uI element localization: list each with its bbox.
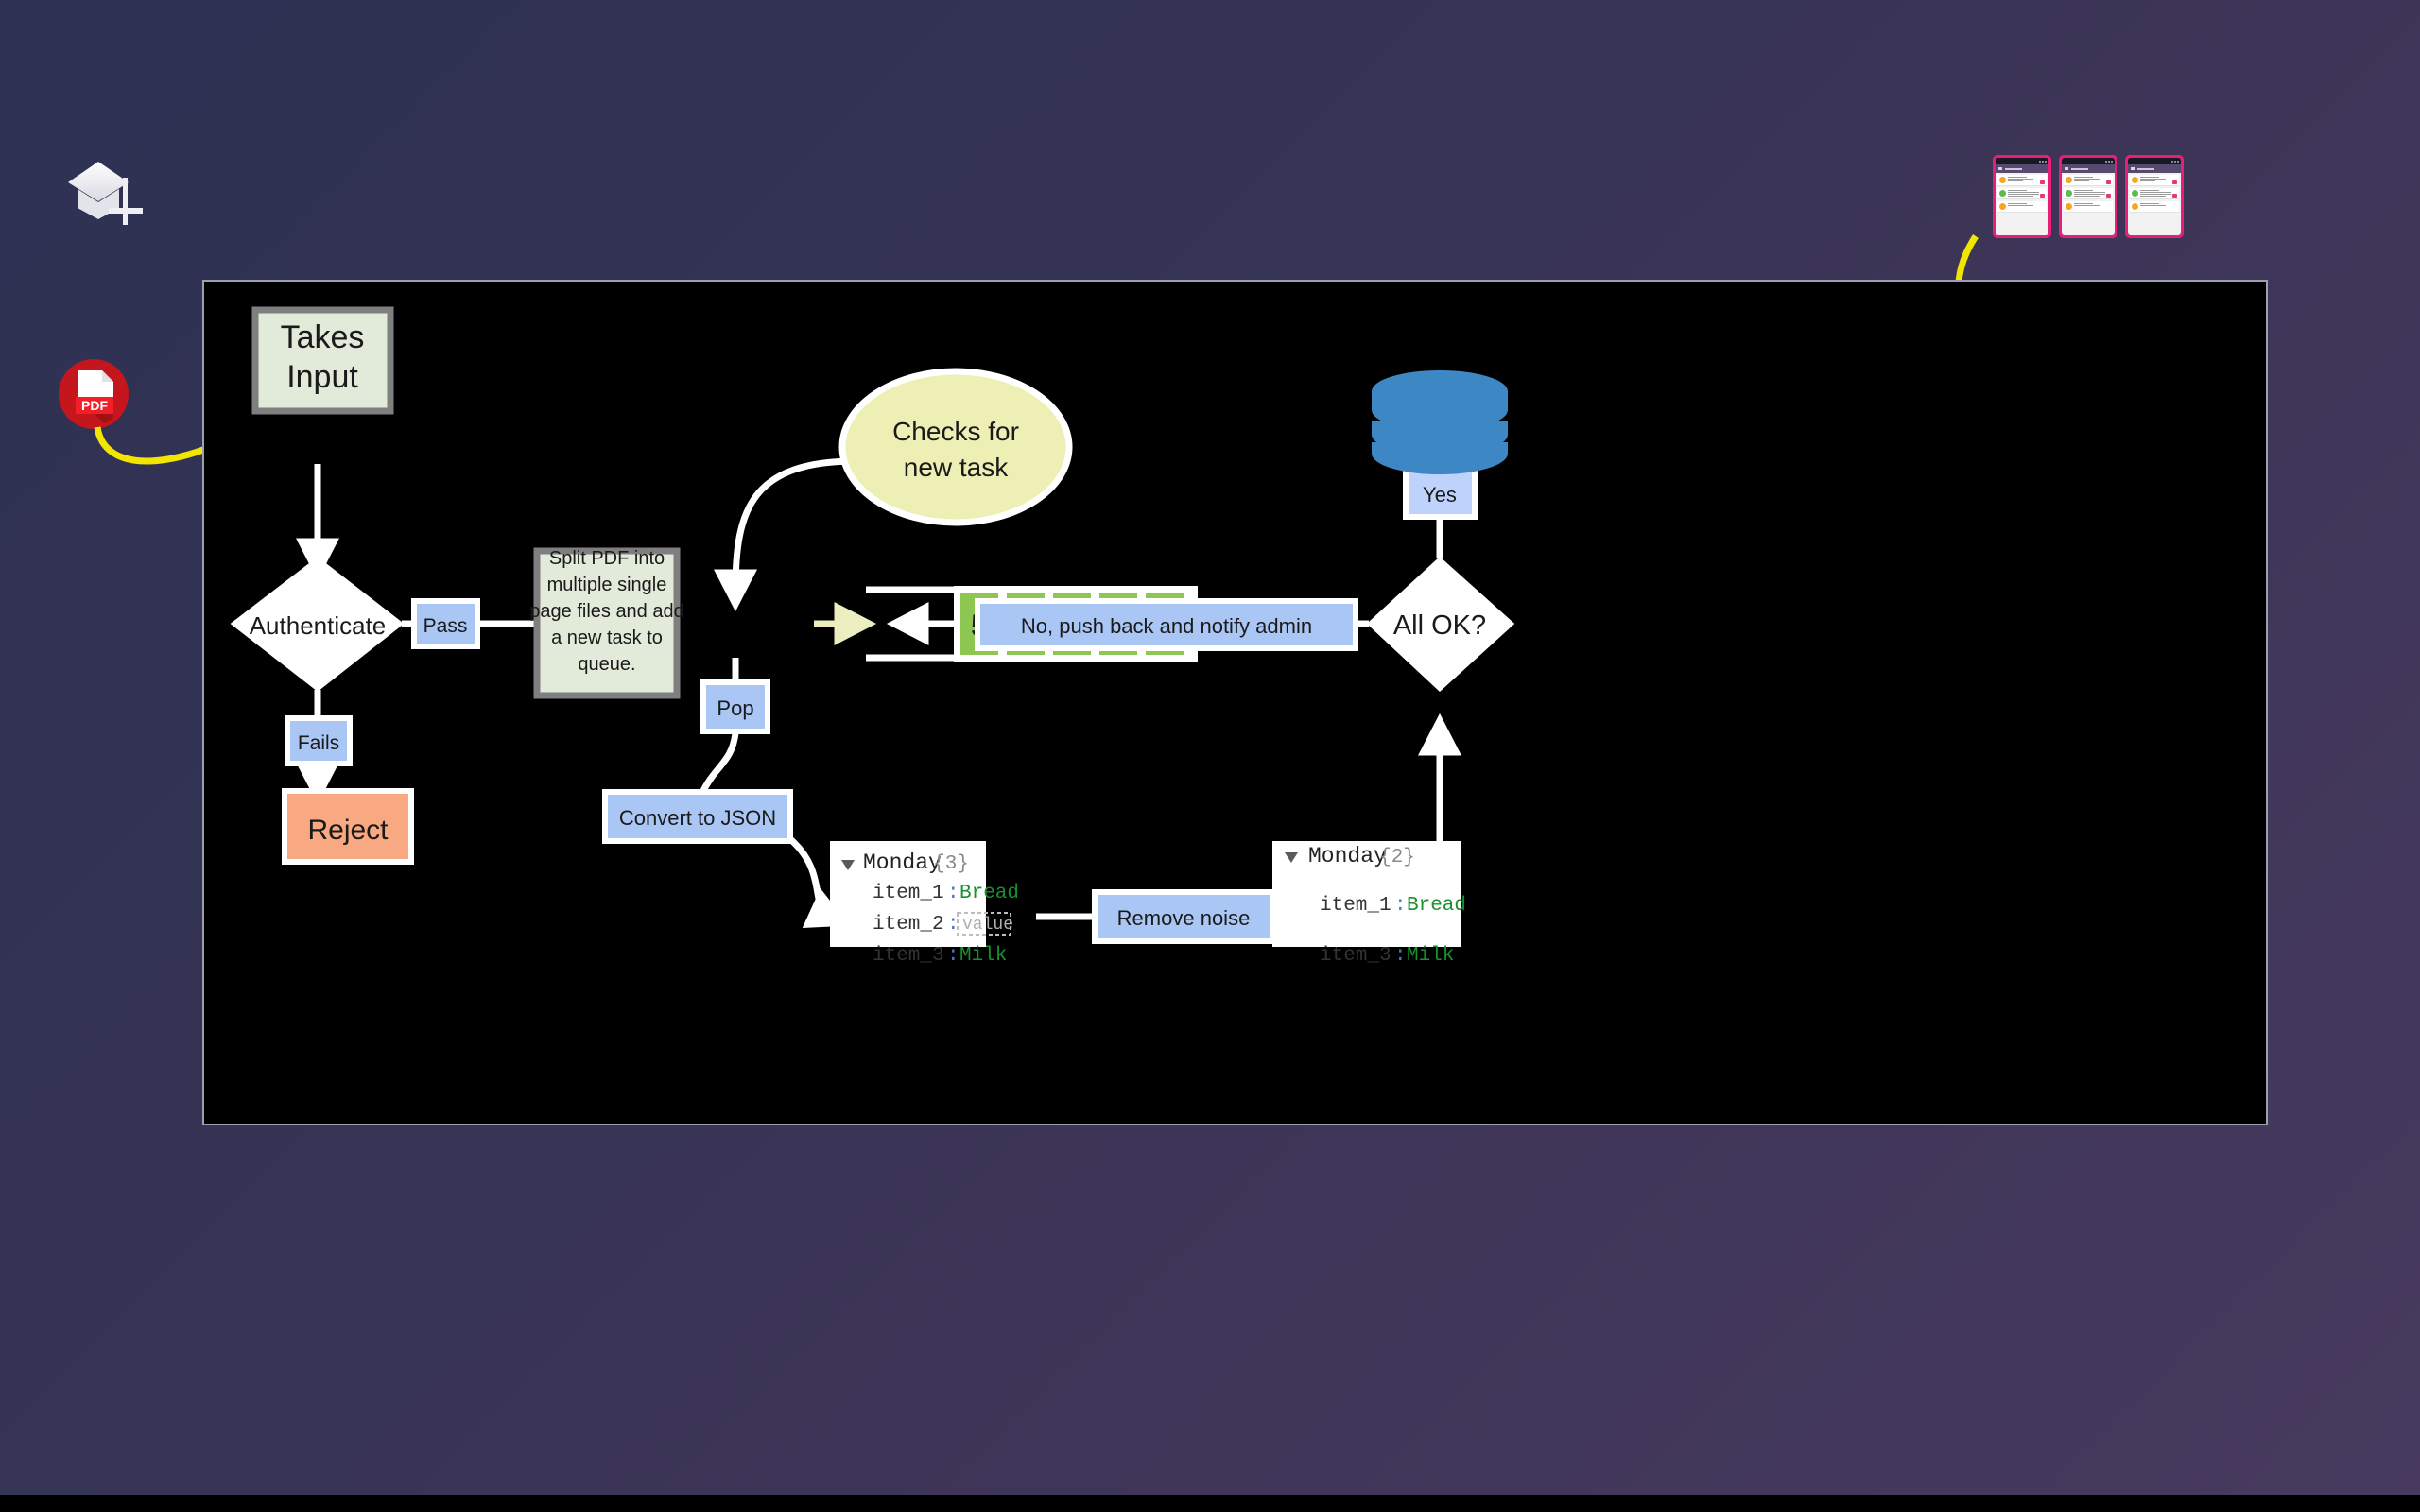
edge-label-pop[interactable]: Pop [700,679,770,734]
hamburger-icon [1998,167,2002,170]
json-before-value: Bread [959,883,1019,904]
hamburger-icon [2065,167,2068,170]
json-before-sep: : [947,914,959,936]
hamburger-icon [2131,167,2135,170]
json-after-value: Bread [1407,895,1466,917]
json-before-key: item_1 [873,883,944,904]
json-after-sep: : [1394,895,1407,917]
edge-label-push-back[interactable]: No, push back and notify admin [975,598,1358,651]
json-after-key: item_3 [1320,945,1392,967]
split-pdf-line-2: multiple single [547,575,667,595]
split-pdf-line-3: page files and add [529,601,683,622]
json-after-root: Monday [1308,844,1387,868]
checks-label-1: Checks for [892,417,1019,446]
edge-label-convert-to-json[interactable]: Convert to JSON [602,789,793,844]
edge-pop-to-convert [698,732,739,797]
graduation-cap-plus-logo [55,149,159,249]
pdf-badge-label: PDF [81,398,108,413]
diagram-canvas: Takes Input Authenticate Pass Fails Reje… [202,280,2268,1125]
edge-checks-to-queue [713,457,857,612]
json-before-key: item_2 [873,914,944,936]
json-after-sep: : [1394,945,1407,967]
edge-convert-to-json-tree [787,836,851,928]
checks-label-2: new task [904,453,1009,482]
phone-mockup-group [1993,155,2184,238]
phone-mockup [2059,155,2118,238]
json-before-root: Monday [863,850,942,875]
edge-label-fails[interactable]: Fails [285,715,353,766]
split-pdf-line-5: queue. [578,654,635,675]
flowchart: Takes Input Authenticate Pass Fails Reje… [230,306,1515,967]
node-reject[interactable]: Reject [282,788,414,865]
node-split-pdf[interactable]: Split PDF into multiple single page file… [529,547,684,699]
node-json-before[interactable]: Monday {3} item_1 : Bread item_2 : value… [830,841,1019,967]
split-pdf-line-1: Split PDF into [549,548,665,569]
edge-label-yes[interactable]: Yes [1403,467,1478,520]
phone-mockup [1993,155,2051,238]
node-checks-for-new-task[interactable]: Checks for new task [838,368,1073,526]
takes-input-label-1: Takes [281,319,365,355]
push-back-label: No, push back and notify admin [1021,614,1312,638]
remove-noise-label: Remove noise [1117,906,1251,930]
node-all-ok[interactable]: All OK? [1366,556,1515,693]
all-ok-label: All OK? [1393,610,1486,641]
json-after-value: Milk [1407,945,1454,967]
edge-label-pass[interactable]: Pass [411,598,480,649]
reject-label: Reject [307,815,389,846]
authenticate-label: Authenticate [250,611,387,640]
node-authenticate[interactable]: Authenticate [230,557,405,692]
json-before-placeholder: value [962,916,1013,935]
node-takes-input[interactable]: Takes Input [251,306,394,415]
json-before-sep: : [947,883,959,904]
node-json-after[interactable]: Monday {2} item_1 : Bread item_3 : Milk [1272,841,1466,967]
edge-label-remove-noise[interactable]: Remove noise [1092,889,1275,944]
pass-label: Pass [424,615,468,637]
node-database[interactable] [1372,370,1508,474]
bottom-bar [0,1495,2420,1512]
takes-input-label-2: Input [286,359,358,395]
fails-label: Fails [298,732,339,754]
slide-background: PDF Takes Input Authenticate Pass Fails … [0,0,2420,1512]
json-before-sep: : [947,945,959,967]
json-after-count: {2} [1379,847,1415,868]
pop-label: Pop [717,696,753,720]
yes-label: Yes [1423,483,1457,507]
json-before-key: item_3 [873,945,944,967]
pdf-file-icon: PDF [57,357,130,431]
split-pdf-line-4: a new task to [551,627,663,648]
phone-mockup [2125,155,2184,238]
convert-to-json-label: Convert to JSON [619,806,776,830]
json-before-value: Milk [959,945,1007,967]
json-after-key: item_1 [1320,895,1392,917]
json-before-count: {3} [933,853,969,875]
